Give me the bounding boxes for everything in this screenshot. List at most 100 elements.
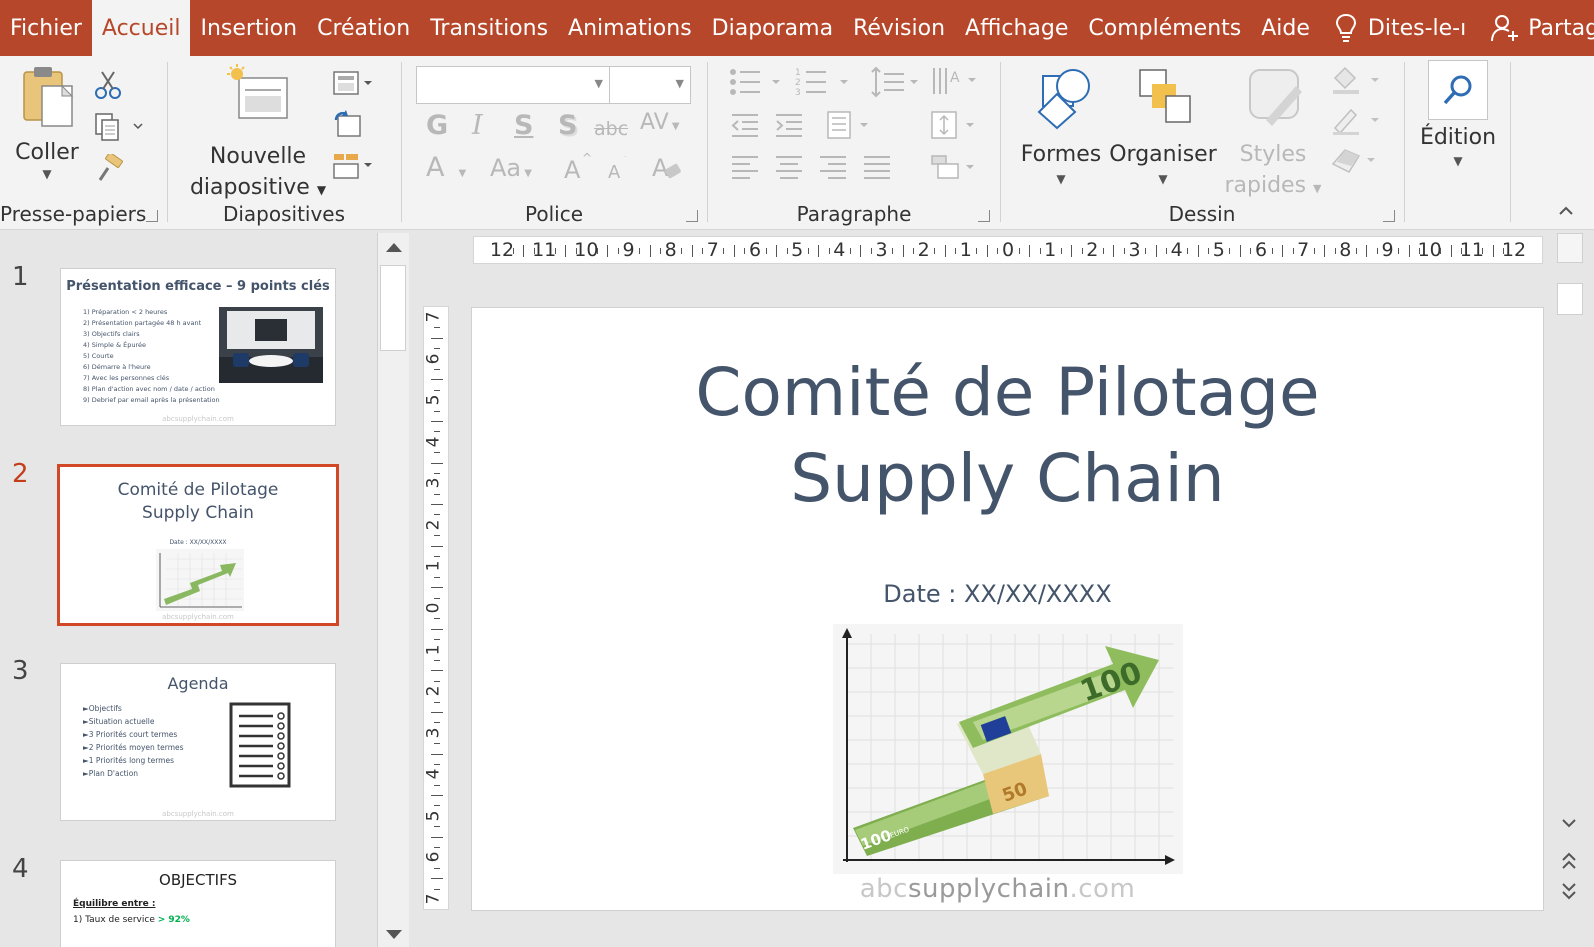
- tab-complements[interactable]: Compléments: [1078, 0, 1251, 56]
- paste-button[interactable]: Coller ▼: [10, 64, 84, 180]
- scroll-down-icon[interactable]: [385, 929, 403, 941]
- strikethrough-button[interactable]: abc: [594, 118, 628, 140]
- character-spacing-button[interactable]: AV ▼: [640, 110, 680, 135]
- align-right-icon[interactable]: [818, 154, 848, 180]
- drawing-dialog-launcher[interactable]: [1383, 210, 1395, 222]
- reset-icon[interactable]: [332, 110, 362, 138]
- slide-title-line1: Comité de Pilotage: [695, 354, 1320, 431]
- clipboard-dialog-launcher[interactable]: [146, 210, 158, 222]
- decrease-font-size-icon[interactable]: Aˇ: [606, 156, 636, 182]
- slide-thumbnail-4[interactable]: OBJECTIFS Équilibre entre : 1) Taux de s…: [60, 860, 336, 947]
- footer-com: .com: [1069, 874, 1136, 904]
- text-direction-icon[interactable]: A: [930, 64, 980, 98]
- clear-formatting-icon[interactable]: A: [650, 152, 684, 182]
- scroll-down-icon[interactable]: [1561, 817, 1577, 829]
- line-spacing-icon[interactable]: [870, 66, 926, 98]
- font-color-button[interactable]: A ▼: [426, 152, 466, 183]
- slide-date[interactable]: Date : XX/XX/XXXX: [472, 580, 1523, 608]
- tab-affichage[interactable]: Affichage: [955, 0, 1078, 56]
- thumbnail-title-line1: Comité de Pilotage: [117, 480, 279, 500]
- align-left-icon[interactable]: [730, 154, 760, 180]
- svg-text:2: 2: [795, 78, 801, 88]
- increase-font-size-icon[interactable]: A ^: [562, 152, 592, 182]
- font-size-select[interactable]: ▼: [609, 66, 691, 104]
- quick-styles-button[interactable]: Styles rapides ▼: [1221, 64, 1325, 204]
- ruler-tick: [639, 248, 641, 254]
- ruler-tick: [765, 248, 767, 254]
- ruler-tick: [1313, 248, 1315, 254]
- ruler-tick: [786, 248, 788, 254]
- ruler-tick-label: 2: [1086, 239, 1099, 261]
- editing-button[interactable]: Édition ▼: [1413, 60, 1503, 169]
- font-name-select[interactable]: ▼: [416, 66, 610, 104]
- smartart-icon[interactable]: [930, 152, 980, 182]
- decrease-indent-icon[interactable]: [730, 112, 760, 138]
- share-button[interactable]: Partager: [1490, 0, 1594, 56]
- font-dialog-launcher[interactable]: [686, 210, 698, 222]
- meeting-room-image: [219, 307, 323, 383]
- change-case-label: Aa: [490, 154, 522, 182]
- scroll-up-icon[interactable]: [385, 241, 403, 253]
- slide-footer[interactable]: abcsupplychain.com: [472, 874, 1523, 904]
- ruler-tick: [1102, 248, 1104, 254]
- ruler-tick: [986, 245, 988, 257]
- scissors-icon[interactable]: [94, 70, 122, 100]
- chevron-down-icon: ▼: [1453, 154, 1463, 168]
- tab-revision[interactable]: Révision: [843, 0, 955, 56]
- numbering-icon[interactable]: 123: [794, 66, 858, 98]
- slide-thumbnail-1[interactable]: Présentation efficace – 9 points clés 1)…: [60, 268, 336, 426]
- shapes-button[interactable]: Formes ▼: [1015, 64, 1107, 188]
- editor-scrollbar[interactable]: [1553, 231, 1594, 947]
- ruler-tick: [617, 248, 619, 254]
- ruler-tick: [870, 248, 872, 254]
- list-item: ►3 Priorités court termes: [83, 730, 178, 739]
- increase-indent-icon[interactable]: [774, 112, 804, 138]
- next-slide-icon[interactable]: [1561, 881, 1577, 901]
- shadow-button[interactable]: S: [558, 110, 577, 141]
- slide-thumbnail-2[interactable]: Comité de Pilotage Supply Chain Date : X…: [57, 464, 339, 626]
- tab-fichier[interactable]: Fichier: [0, 0, 92, 56]
- shape-outline-icon[interactable]: [1329, 104, 1385, 136]
- columns-icon[interactable]: [826, 110, 876, 140]
- collapse-ribbon-icon[interactable]: [1556, 202, 1576, 216]
- scroll-up-button[interactable]: [1557, 233, 1583, 263]
- list-item: 1) Préparation < 2 heures: [83, 308, 168, 316]
- align-center-icon[interactable]: [774, 154, 804, 180]
- slide-thumbnail-3[interactable]: Agenda ►Objectifs ►Situation actuelle ►3…: [60, 663, 336, 821]
- arrange-button[interactable]: Organiser ▼: [1107, 64, 1219, 188]
- tab-insertion[interactable]: Insertion: [190, 0, 307, 56]
- tell-me-search[interactable]: Dites-le-ı: [1334, 0, 1466, 56]
- section-icon[interactable]: [332, 152, 376, 182]
- scroll-thumb[interactable]: [380, 265, 406, 351]
- ruler-tick: [434, 639, 440, 641]
- tab-accueil[interactable]: Accueil: [91, 0, 191, 56]
- tab-animations[interactable]: Animations: [558, 0, 702, 56]
- new-slide-button[interactable]: Nouvelle diapositive ▼: [178, 64, 338, 206]
- svg-text:1: 1: [795, 68, 801, 78]
- previous-slide-icon[interactable]: [1561, 851, 1577, 871]
- layout-icon[interactable]: [332, 70, 376, 98]
- tab-aide[interactable]: Aide: [1251, 0, 1320, 56]
- change-case-button[interactable]: Aa ▼: [490, 154, 532, 182]
- ruler-tick: [434, 680, 440, 682]
- paragraph-dialog-launcher[interactable]: [978, 210, 990, 222]
- shape-effects-icon[interactable]: [1329, 144, 1385, 176]
- slide-title[interactable]: Comité de Pilotage Supply Chain: [472, 350, 1543, 522]
- tab-creation[interactable]: Création: [307, 0, 420, 56]
- tab-transitions[interactable]: Transitions: [420, 0, 558, 56]
- align-text-icon[interactable]: [930, 110, 980, 140]
- justify-icon[interactable]: [862, 154, 892, 180]
- banknote-growth-chart-image[interactable]: 100 50 100 EURO: [833, 624, 1183, 874]
- bullets-icon[interactable]: [728, 66, 792, 98]
- new-slide-label-line2: diapositive: [189, 175, 310, 200]
- italic-button[interactable]: I: [472, 110, 483, 141]
- bold-button[interactable]: G: [426, 110, 448, 141]
- thumbnails-scrollbar[interactable]: [377, 233, 409, 947]
- scroll-thumb[interactable]: [1557, 283, 1583, 315]
- tab-diaporama[interactable]: Diaporama: [702, 0, 843, 56]
- slide-canvas[interactable]: Comité de Pilotage Supply Chain Date : X…: [471, 307, 1544, 911]
- underline-button[interactable]: S: [514, 110, 533, 141]
- format-painter-icon[interactable]: [94, 154, 124, 184]
- shape-fill-icon[interactable]: [1329, 64, 1385, 96]
- copy-icon[interactable]: [94, 112, 146, 142]
